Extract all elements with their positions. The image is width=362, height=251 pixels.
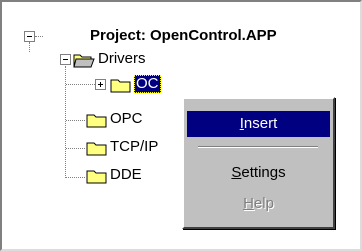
tree-item-drivers[interactable]: Drivers xyxy=(98,50,146,68)
project-root-label[interactable]: Project: OpenControl.APP xyxy=(90,27,277,45)
tree-line xyxy=(66,177,85,178)
menu-item-settings[interactable]: Settings xyxy=(187,160,330,186)
menu-item-insert[interactable]: Insert xyxy=(187,111,330,137)
oc-expand-icon[interactable] xyxy=(95,79,106,90)
tree-line xyxy=(66,148,85,149)
drivers-collapse-icon[interactable] xyxy=(60,54,71,65)
tree-item-opc[interactable]: OPC xyxy=(110,110,143,128)
menu-separator xyxy=(198,146,318,148)
folder-icon xyxy=(110,79,131,93)
tree-item-dde[interactable]: DDE xyxy=(110,166,142,184)
help-label-rest: elp xyxy=(253,195,274,212)
insert-label-rest: nsert xyxy=(243,115,278,132)
help-mnemonic: H xyxy=(243,195,254,212)
tree-item-tcpip[interactable]: TCP/IP xyxy=(110,138,158,156)
folder-icon xyxy=(86,170,107,184)
root-collapse-icon[interactable] xyxy=(24,31,35,42)
tree-line xyxy=(29,42,30,52)
open-folder-icon xyxy=(73,54,95,68)
context-menu: Insert Settings Help xyxy=(182,97,335,229)
tree-line xyxy=(35,36,43,37)
tree-line xyxy=(66,120,85,121)
tree-item-oc-selected[interactable]: OC xyxy=(134,75,161,93)
folder-icon xyxy=(86,114,107,128)
settings-mnemonic: S xyxy=(231,164,242,181)
tree-line xyxy=(66,84,95,85)
menu-item-help[interactable]: Help xyxy=(187,191,330,217)
settings-label-rest: ettings xyxy=(241,164,286,181)
folder-icon xyxy=(86,142,107,156)
tree-line xyxy=(65,66,66,178)
